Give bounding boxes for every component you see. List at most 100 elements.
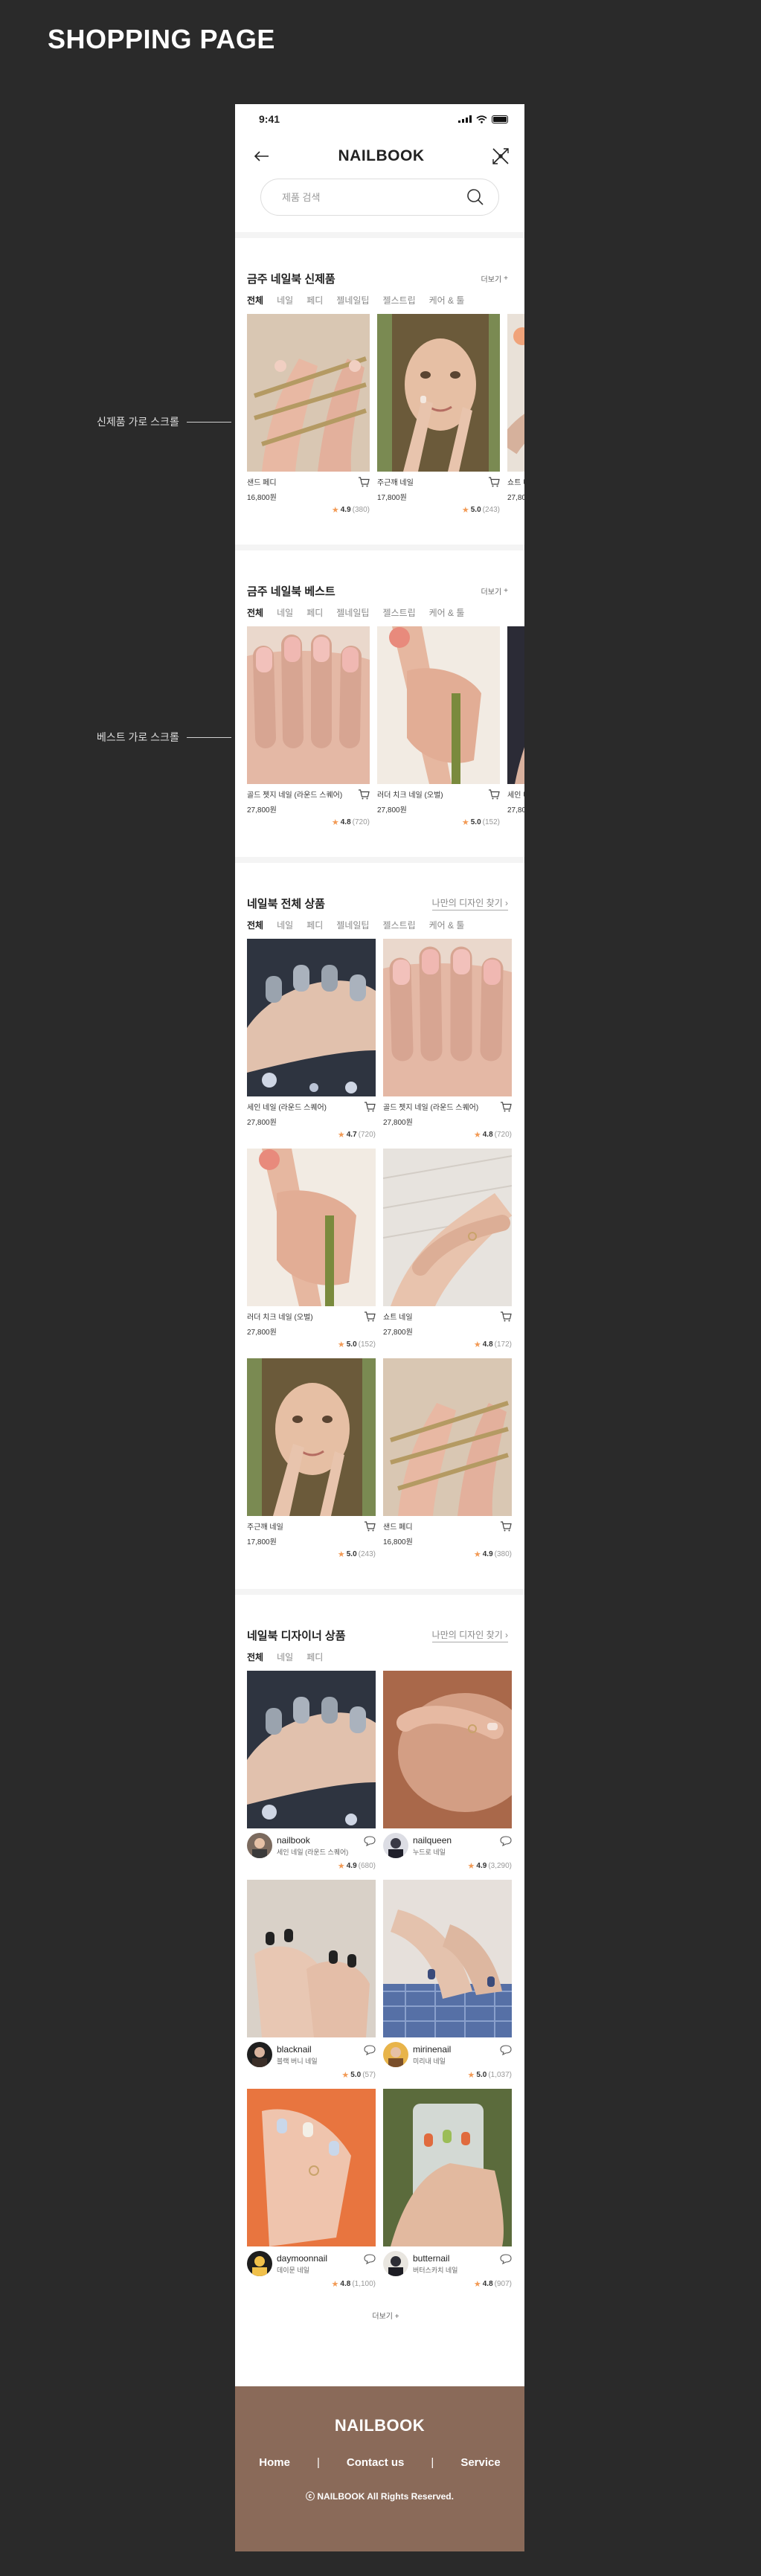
product-card[interactable]: 골드 젯지 네일 (라운드 스퀘어) 27,800원 ★ 4.8 (720) [247, 626, 370, 827]
product-image [507, 314, 524, 472]
footer-separator: | [316, 2456, 320, 2469]
cart-icon[interactable] [364, 1520, 376, 1532]
designer-name[interactable]: mirinenail [413, 2044, 451, 2055]
footer-link-service[interactable]: Service [460, 2456, 500, 2469]
product-name: 주근깨 네일 [247, 1523, 283, 1532]
product-card[interactable]: 세인 네일 (라운드 스퀘어) 27,800원 ★ 4.7 (720) [247, 939, 376, 1140]
tab-pedi[interactable]: 페디 [306, 1651, 323, 1663]
designer-card[interactable]: nailqueen 누드로 네일 ★ 4.9 (3,290) [383, 1671, 512, 1871]
more-label: 더보기 [481, 276, 502, 284]
find-design-link[interactable]: 나만의 디자인 찾기 › [431, 896, 508, 910]
product-card[interactable]: 쇼트 네일 27,800원 ★ 4.8 (172) [383, 1149, 512, 1349]
product-card[interactable]: 세인 네일 27,800원 [507, 626, 524, 827]
footer-link-contact[interactable]: Contact us [347, 2456, 405, 2469]
product-card[interactable]: 주근깨 네일 17,800원 ★ 5.0 (243) [247, 1358, 376, 1559]
designer-card[interactable]: nailbook 세인 네일 (라운드 스퀘어) ★ 4.9 (680) [247, 1671, 376, 1871]
avatar[interactable] [383, 2042, 408, 2067]
chat-icon[interactable] [500, 2254, 512, 2264]
star-icon: ★ [337, 1550, 345, 1559]
cart-icon[interactable] [358, 476, 370, 487]
tab-all[interactable]: 전체 [247, 606, 263, 619]
tab-gel-tip[interactable]: 젤네일팁 [336, 606, 369, 619]
rating-score: 4.8 [340, 2280, 351, 2288]
designer-name[interactable]: butternail [413, 2253, 457, 2264]
review-count: (907) [494, 2280, 512, 2288]
tab-gel-tip[interactable]: 젤네일팁 [336, 919, 369, 931]
product-card[interactable]: 샌드 페디 16,800원 ★ 4.9 (380) [247, 314, 370, 515]
tab-care-tool[interactable]: 케어 & 툴 [429, 919, 465, 931]
product-card[interactable]: 러더 치크 네일 (오벌) 27,800원 ★ 5.0 (152) [377, 626, 500, 827]
designer-card[interactable]: daymoonnail 데이문 네일 ★ 4.8 (1,100) [247, 2089, 376, 2289]
tab-care-tool[interactable]: 케어 & 툴 [429, 606, 465, 619]
search-input[interactable] [282, 191, 466, 203]
product-card[interactable]: 쇼트 네일 27,800원 [507, 314, 524, 515]
product-card[interactable]: 골드 젯지 네일 (라운드 스퀘어) 27,800원 ★ 4.8 (720) [383, 939, 512, 1140]
section-title: 금주 네일북 신제품 [247, 273, 335, 286]
tab-nail[interactable]: 네일 [277, 1651, 293, 1663]
tab-all[interactable]: 전체 [247, 919, 263, 931]
chat-icon[interactable] [364, 2045, 376, 2055]
tab-nail[interactable]: 네일 [277, 294, 293, 306]
designer-card[interactable]: mirinenail 미리내 네일 ★ 5.0 (1,037) [383, 1880, 512, 2080]
nail-tools-icon[interactable] [490, 146, 511, 167]
tab-care-tool[interactable]: 케어 & 툴 [429, 294, 465, 306]
chat-icon[interactable] [500, 1836, 512, 1846]
avatar[interactable] [383, 1833, 408, 1858]
load-more-button[interactable]: 더보기 + [247, 2310, 524, 2321]
avatar[interactable] [383, 2251, 408, 2276]
product-price: 27,800원 [383, 1119, 413, 1127]
designer-product: 세인 네일 (라운드 스퀘어) [277, 1848, 349, 1856]
footer-separator: | [431, 2456, 434, 2469]
tab-all[interactable]: 전체 [247, 1651, 263, 1663]
tab-gel-tip[interactable]: 젤네일팁 [336, 294, 369, 306]
cart-icon[interactable] [500, 1311, 512, 1322]
designer-card[interactable]: blacknail 블랙 버니 네일 ★ 5.0 (57) [247, 1880, 376, 2080]
rating-score: 4.9 [476, 1862, 487, 1870]
star-icon: ★ [473, 1131, 481, 1140]
tab-pedi[interactable]: 페디 [306, 919, 323, 931]
tab-all[interactable]: 전체 [247, 294, 263, 306]
chat-icon[interactable] [500, 2045, 512, 2055]
back-arrow-icon[interactable] [251, 146, 272, 167]
cart-icon[interactable] [364, 1101, 376, 1112]
cart-icon[interactable] [500, 1101, 512, 1112]
designer-name[interactable]: blacknail [277, 2044, 318, 2055]
chat-icon[interactable] [364, 2254, 376, 2264]
cart-icon[interactable] [500, 1520, 512, 1532]
designer-name[interactable]: nailqueen [413, 1835, 452, 1846]
tab-pedi[interactable]: 페디 [306, 294, 323, 306]
footer-link-home[interactable]: Home [259, 2456, 290, 2469]
tab-gel-strip[interactable]: 젤스트립 [382, 919, 415, 931]
product-card[interactable]: 샌드 페디 16,800원 ★ 4.9 (380) [383, 1358, 512, 1559]
product-rating: ★ 4.7 (720) [247, 1130, 376, 1140]
more-link[interactable]: 더보기 + [481, 585, 508, 597]
avatar[interactable] [247, 1833, 272, 1858]
chat-icon[interactable] [364, 1836, 376, 1846]
tab-nail[interactable]: 네일 [277, 606, 293, 619]
star-icon: ★ [337, 1862, 345, 1871]
avatar[interactable] [247, 2042, 272, 2067]
designer-name[interactable]: nailbook [277, 1835, 348, 1846]
product-image [383, 939, 512, 1096]
tab-pedi[interactable]: 페디 [306, 606, 323, 619]
tab-gel-strip[interactable]: 젤스트립 [382, 606, 415, 619]
tab-gel-strip[interactable]: 젤스트립 [382, 294, 415, 306]
cart-icon[interactable] [364, 1311, 376, 1322]
search-icon[interactable] [466, 187, 485, 207]
cart-icon[interactable] [488, 788, 500, 800]
product-rating: ★ 5.0 (1,037) [383, 2070, 512, 2080]
section-title: 네일북 전체 상품 [247, 898, 325, 910]
cart-icon[interactable] [488, 476, 500, 487]
product-name: 골드 젯지 네일 (라운드 스퀘어) [247, 791, 343, 800]
more-link[interactable]: 더보기 + [481, 273, 508, 284]
find-design-link[interactable]: 나만의 디자인 찾기 › [431, 1628, 508, 1642]
product-card[interactable]: 러더 치크 네일 (오벌) 27,800원 ★ 5.0 (152) [247, 1149, 376, 1349]
designer-card[interactable]: butternail 버터스카치 네일 ★ 4.8 (907) [383, 2089, 512, 2289]
new-products-scroll[interactable]: 샌드 페디 16,800원 ★ 4.9 (380) 주근깨 네일 17,800원 ★… [247, 314, 524, 515]
product-card[interactable]: 주근깨 네일 17,800원 ★ 5.0 (243) [377, 314, 500, 515]
tab-nail[interactable]: 네일 [277, 919, 293, 931]
cart-icon[interactable] [358, 788, 370, 800]
avatar[interactable] [247, 2251, 272, 2276]
best-products-scroll[interactable]: 골드 젯지 네일 (라운드 스퀘어) 27,800원 ★ 4.8 (720) 러더 … [247, 626, 524, 827]
designer-name[interactable]: daymoonnail [277, 2253, 327, 2264]
